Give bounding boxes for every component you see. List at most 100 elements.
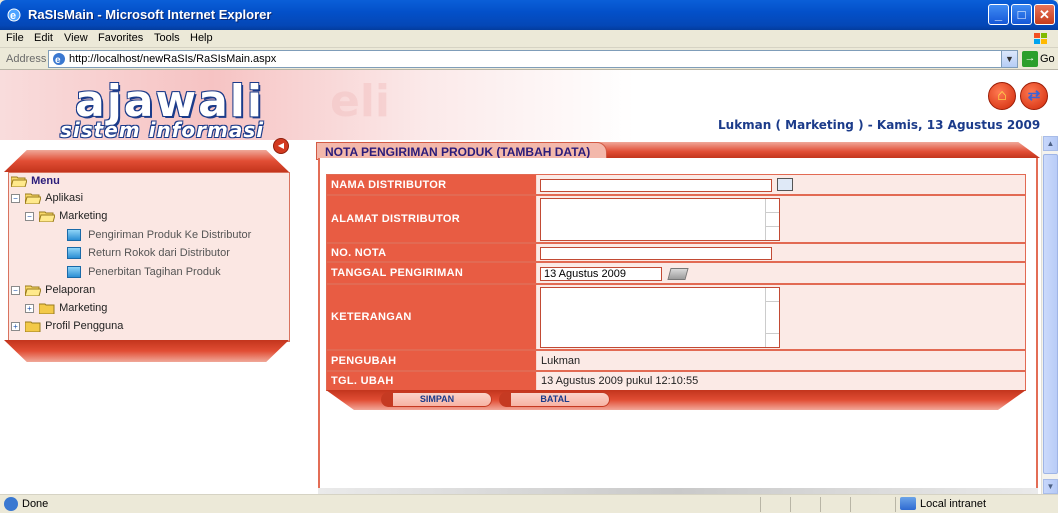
menu-edit[interactable]: Edit: [34, 32, 53, 44]
nama-distributor-input[interactable]: [540, 179, 772, 192]
button-cap: [381, 392, 393, 407]
maximize-icon: □: [1017, 7, 1026, 22]
collapse-icon[interactable]: −: [11, 193, 20, 203]
folder-closed-icon: [39, 303, 55, 315]
user-info: Lukman ( Marketing ) - Kamis, 13 Agustus…: [718, 118, 1041, 132]
value-cell: Lukman: [537, 351, 1025, 370]
tree-item-profil[interactable]: + Profil Pengguna: [11, 320, 123, 336]
expand-icon[interactable]: +: [11, 321, 20, 331]
lookup-book-icon[interactable]: [777, 178, 793, 191]
windows-logo-icon: [1034, 33, 1047, 44]
menu-favorites[interactable]: Favorites: [98, 32, 143, 44]
alamat-distributor-textarea[interactable]: [540, 198, 780, 241]
status-separator: [790, 497, 791, 512]
save-button-label: SIMPAN: [419, 394, 455, 404]
document-icon: [67, 247, 81, 260]
scroll-thumb[interactable]: [1043, 154, 1058, 474]
home-button[interactable]: ⌂: [988, 82, 1016, 110]
label-alamat-distributor: ALAMAT DISTRIBUTOR: [327, 196, 536, 242]
tree-item-pengiriman[interactable]: Pengiriman Produk Ke Distributor: [67, 229, 251, 245]
close-button[interactable]: ✕: [1034, 4, 1055, 25]
label-tanggal-pengiriman: TANGGAL PENGIRIMAN: [327, 263, 536, 283]
label-no-nota: NO. NOTA: [327, 244, 536, 261]
address-dropdown-icon[interactable]: ▼: [1001, 51, 1017, 67]
folder-open-icon: [25, 285, 42, 297]
status-text: Done: [22, 498, 49, 510]
window-title-bar: e RaSIsMain - Microsoft Internet Explore…: [0, 0, 1058, 30]
sidebar-top-decoration: [4, 150, 289, 172]
status-separator: [850, 497, 851, 512]
intranet-zone-icon: [900, 497, 916, 510]
row-tgl-ubah: TGL. UBAH 13 Agustus 2009 pukul 12:10:55: [326, 371, 1026, 391]
label-tgl-ubah: TGL. UBAH: [327, 372, 536, 390]
tanggal-pengiriman-input[interactable]: 13 Agustus 2009: [540, 267, 662, 281]
security-zone: Local intranet: [920, 498, 987, 510]
calendar-icon[interactable]: [667, 268, 689, 280]
menu-help[interactable]: Help: [190, 32, 213, 44]
sidebar-collapse-icon[interactable]: ◀: [273, 138, 289, 154]
tanggal-value: 13 Agustus 2009: [544, 268, 626, 280]
row-nama-distributor: NAMA DISTRIBUTOR: [326, 174, 1026, 195]
sidebar-bottom-decoration: [4, 340, 289, 362]
minimize-button[interactable]: _: [988, 4, 1009, 25]
scroll-down-icon[interactable]: ▼: [1043, 479, 1058, 494]
collapse-icon[interactable]: −: [25, 211, 34, 221]
row-tanggal-pengiriman: TANGGAL PENGIRIMAN 13 Agustus 2009: [326, 262, 1026, 284]
pengubah-value: Lukman: [541, 354, 581, 367]
close-icon: ✕: [1039, 7, 1050, 22]
maximize-button[interactable]: □: [1011, 4, 1032, 25]
tree-item-menu[interactable]: Menu: [11, 175, 60, 191]
label-keterangan: KETERANGAN: [327, 285, 536, 349]
page-done-icon: [4, 497, 18, 511]
button-cap: [499, 392, 511, 407]
home-icon: ⌂: [997, 87, 1007, 104]
folder-open-icon: [39, 211, 56, 223]
textarea-scrollbar[interactable]: [765, 199, 779, 240]
tree-item-penerbitan[interactable]: Penerbitan Tagihan Produk: [67, 266, 221, 282]
row-pengubah: PENGUBAH Lukman: [326, 350, 1026, 371]
tree-item-return[interactable]: Return Rokok dari Distributor: [67, 247, 230, 263]
exit-button[interactable]: ⇄: [1020, 82, 1048, 110]
tree-item-marketing-aplikasi[interactable]: − Marketing: [25, 210, 107, 226]
document-icon: [67, 229, 81, 242]
row-keterangan: KETERANGAN: [326, 284, 1026, 350]
expand-icon[interactable]: +: [25, 303, 34, 313]
go-button[interactable]: Go: [1040, 53, 1055, 65]
header-ghost-decoration: eli: [330, 76, 391, 127]
menu-view[interactable]: View: [64, 32, 88, 44]
cancel-button[interactable]: BATAL: [499, 392, 610, 407]
tgl-ubah-value: 13 Agustus 2009 pukul 12:10:55: [541, 375, 699, 387]
go-arrow-icon[interactable]: →: [1022, 51, 1038, 67]
row-alamat-distributor: ALAMAT DISTRIBUTOR: [326, 195, 1026, 243]
no-nota-input[interactable]: [540, 247, 772, 260]
collapse-icon[interactable]: −: [11, 285, 20, 295]
textarea-scrollbar[interactable]: [765, 288, 779, 347]
menu-bar: File Edit View Favorites Tools Help: [0, 30, 1058, 48]
tree-item-marketing-pelaporan[interactable]: + Marketing: [25, 302, 107, 318]
address-input[interactable]: e http://localhost/newRaSIs/RaSIsMain.as…: [48, 50, 1018, 68]
folder-open-icon: [25, 193, 42, 205]
page-icon: e: [53, 53, 65, 66]
address-url: http://localhost/newRaSIs/RaSIsMain.aspx: [69, 53, 277, 65]
cancel-button-label: BATAL: [540, 394, 570, 404]
page-scrollbar[interactable]: ▲ ▼: [1041, 136, 1058, 494]
label-pengubah: PENGUBAH: [327, 351, 536, 370]
value-cell: [537, 196, 1025, 242]
value-cell: 13 Agustus 2009 pukul 12:10:55: [537, 372, 1025, 390]
address-label: Address: [6, 53, 47, 65]
row-no-nota: NO. NOTA: [326, 243, 1026, 262]
save-button[interactable]: SIMPAN: [381, 392, 492, 407]
tree-item-aplikasi[interactable]: − Aplikasi: [11, 192, 83, 208]
svg-text:e: e: [55, 55, 61, 66]
menu-file[interactable]: File: [6, 32, 24, 44]
ie-icon: e: [7, 8, 21, 22]
minimize-icon: _: [994, 7, 1003, 22]
value-cell: 13 Agustus 2009: [537, 263, 1025, 283]
menu-tools[interactable]: Tools: [154, 32, 180, 44]
scroll-up-icon[interactable]: ▲: [1043, 136, 1058, 151]
value-cell: [537, 175, 1025, 194]
page-content: eli ajawali sistem informasi ⌂ ⇄ Lukman …: [0, 70, 1058, 494]
value-cell: [537, 285, 1025, 349]
tree-item-pelaporan[interactable]: − Pelaporan: [11, 284, 95, 300]
keterangan-textarea[interactable]: [540, 287, 780, 348]
